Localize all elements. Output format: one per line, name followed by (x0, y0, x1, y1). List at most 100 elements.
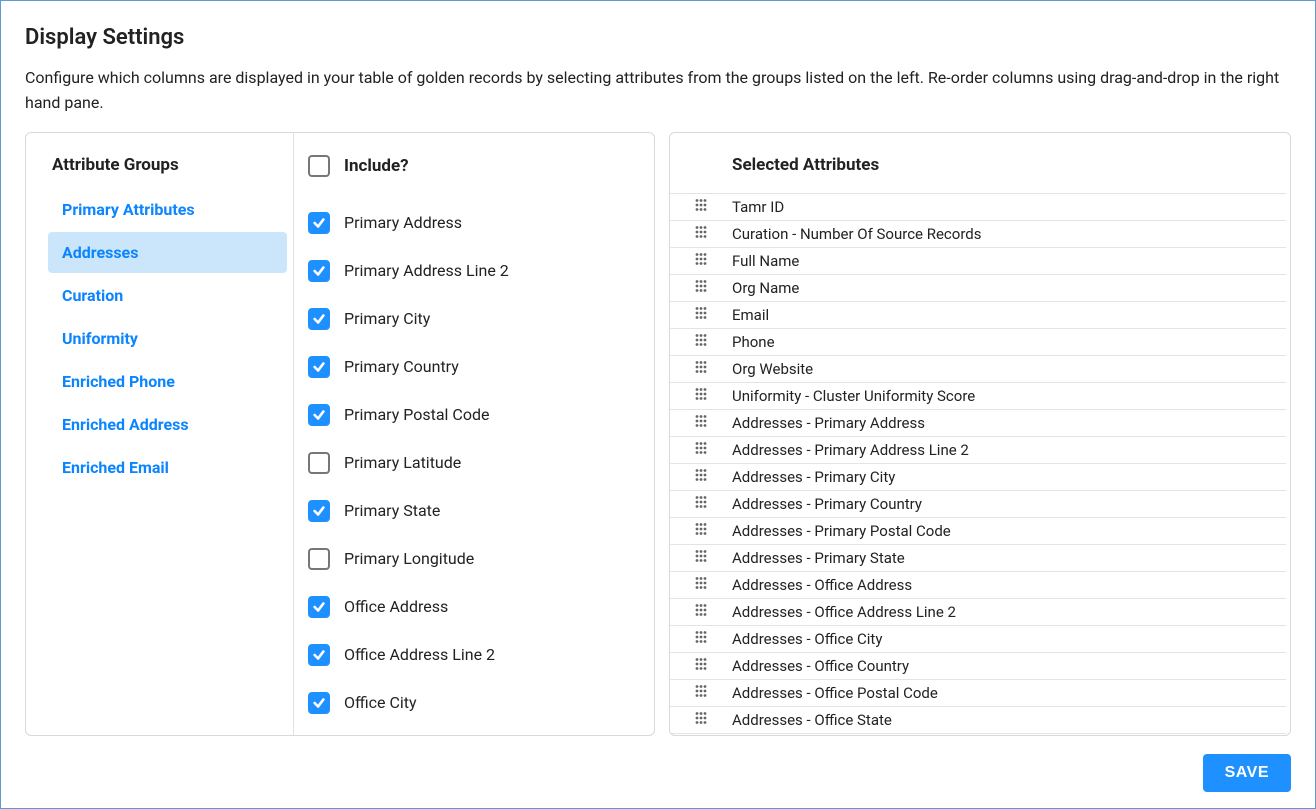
drag-handle-icon[interactable] (694, 684, 708, 702)
attribute-group-item[interactable]: Addresses (48, 232, 287, 273)
attribute-checkbox[interactable] (308, 452, 330, 474)
attribute-checkbox[interactable] (308, 500, 330, 522)
selected-attribute-row[interactable]: Email (670, 302, 1286, 329)
attribute-group-item[interactable]: Uniformity (48, 318, 287, 359)
drag-handle-column[interactable] (670, 522, 732, 540)
selected-attribute-row[interactable]: Curation - Number Of Source Records (670, 221, 1286, 248)
drag-handle-column[interactable] (670, 711, 732, 729)
drag-handle-icon[interactable] (694, 603, 708, 621)
selected-attribute-row[interactable]: Addresses - Primary Address Line 2 (670, 437, 1286, 464)
drag-handle-column[interactable] (670, 495, 732, 513)
include-all-checkbox[interactable] (308, 155, 330, 177)
selected-attribute-row[interactable]: Tamr ID (670, 194, 1286, 221)
drag-handle-icon[interactable] (694, 495, 708, 513)
drag-handle-column[interactable] (670, 576, 732, 594)
drag-handle-column[interactable] (670, 684, 732, 702)
attribute-group-item[interactable]: Curation (48, 275, 287, 316)
drag-handle-icon[interactable] (694, 252, 708, 270)
attribute-checkbox[interactable] (308, 212, 330, 234)
drag-handle-icon[interactable] (694, 225, 708, 243)
drag-handle-column[interactable] (670, 252, 732, 270)
drag-handle-column[interactable] (670, 603, 732, 621)
selected-attribute-row[interactable]: Org Name (670, 275, 1286, 302)
attribute-row: Office Address Line 2 (308, 631, 640, 679)
drag-handle-icon[interactable] (694, 333, 708, 351)
drag-handle-icon[interactable] (694, 549, 708, 567)
selected-attribute-label: Addresses - Primary Address Line 2 (732, 441, 1286, 459)
drag-handle-icon[interactable] (694, 711, 708, 729)
attribute-label: Primary Country (344, 357, 459, 376)
selected-attribute-row[interactable]: Addresses - Primary Address (670, 410, 1286, 437)
selected-attribute-label: Full Name (732, 252, 1286, 270)
attributes-column[interactable]: Include? Primary AddressPrimary Address … (294, 133, 654, 735)
selected-attribute-row[interactable]: Addresses - Office Postal Code (670, 680, 1286, 707)
drag-handle-column[interactable] (670, 549, 732, 567)
attribute-group-item[interactable]: Enriched Phone (48, 361, 287, 402)
selected-attribute-label: Addresses - Office Postal Code (732, 684, 1286, 702)
drag-handle-column[interactable] (670, 225, 732, 243)
selected-attribute-row[interactable]: Addresses - Office Address (670, 572, 1286, 599)
attribute-checkbox[interactable] (308, 596, 330, 618)
drag-handle-column[interactable] (670, 279, 732, 297)
drag-handle-icon[interactable] (694, 279, 708, 297)
drag-handle-icon[interactable] (694, 522, 708, 540)
attribute-config-panel: Attribute Groups Primary AttributesAddre… (25, 132, 655, 736)
attribute-group-item[interactable]: Primary Attributes (48, 189, 287, 230)
drag-handle-icon[interactable] (694, 630, 708, 648)
drag-handle-column[interactable] (670, 306, 732, 324)
attribute-checkbox[interactable] (308, 548, 330, 570)
drag-handle-icon[interactable] (694, 306, 708, 324)
drag-handle-icon[interactable] (694, 198, 708, 216)
drag-handle-icon[interactable] (694, 657, 708, 675)
selected-attribute-row[interactable]: Addresses - Primary City (670, 464, 1286, 491)
drag-handle-column[interactable] (670, 414, 732, 432)
page-description: Configure which columns are displayed in… (25, 66, 1291, 116)
dialog-footer: SAVE (25, 736, 1291, 792)
selected-attribute-row[interactable]: Uniformity - Cluster Uniformity Score (670, 383, 1286, 410)
selected-attribute-row[interactable]: Phone (670, 329, 1286, 356)
attribute-checkbox[interactable] (308, 308, 330, 330)
selected-attributes-scroll[interactable]: Tamr ID Curation - Number Of Source Recor… (670, 193, 1290, 735)
attribute-group-item[interactable]: Enriched Address (48, 404, 287, 445)
drag-handle-icon[interactable] (694, 414, 708, 432)
drag-handle-column[interactable] (670, 387, 732, 405)
drag-handle-column[interactable] (670, 657, 732, 675)
attribute-checkbox[interactable] (308, 644, 330, 666)
selected-attribute-label: Tamr ID (732, 198, 1286, 216)
drag-handle-column[interactable] (670, 360, 732, 378)
drag-handle-column[interactable] (670, 198, 732, 216)
drag-handle-icon[interactable] (694, 576, 708, 594)
drag-handle-icon[interactable] (694, 441, 708, 459)
attribute-checkbox[interactable] (308, 692, 330, 714)
drag-handle-column[interactable] (670, 630, 732, 648)
attribute-label: Primary Address Line 2 (344, 261, 509, 280)
selected-attribute-row[interactable]: Addresses - Office Country (670, 653, 1286, 680)
attribute-row: Primary Longitude (308, 535, 640, 583)
selected-attribute-row[interactable]: Full Name (670, 248, 1286, 275)
selected-attribute-label: Addresses - Office City (732, 630, 1286, 648)
drag-handle-icon[interactable] (694, 468, 708, 486)
selected-attribute-row[interactable]: Addresses - Office City (670, 626, 1286, 653)
drag-handle-icon[interactable] (694, 360, 708, 378)
attribute-checkbox[interactable] (308, 356, 330, 378)
drag-handle-column[interactable] (670, 468, 732, 486)
selected-attribute-label: Addresses - Primary City (732, 468, 1286, 486)
save-button[interactable]: SAVE (1203, 754, 1291, 792)
attribute-checkbox[interactable] (308, 404, 330, 426)
selected-attribute-row[interactable]: Addresses - Office Address Line 2 (670, 599, 1286, 626)
drag-handle-column[interactable] (670, 441, 732, 459)
attribute-group-item[interactable]: Enriched Email (48, 447, 287, 488)
selected-attribute-label: Org Website (732, 360, 1286, 378)
selected-attribute-row[interactable]: Addresses - Office State (670, 707, 1286, 734)
selected-attribute-row[interactable]: Addresses - Primary Country (670, 491, 1286, 518)
selected-attribute-label: Addresses - Office Address (732, 576, 1286, 594)
attribute-label: Primary Postal Code (344, 405, 489, 424)
drag-handle-icon[interactable] (694, 387, 708, 405)
selected-attribute-row[interactable]: Addresses - Primary Postal Code (670, 518, 1286, 545)
drag-handle-column[interactable] (670, 333, 732, 351)
panels-container: Attribute Groups Primary AttributesAddre… (25, 132, 1291, 736)
attribute-label: Office Address (344, 597, 448, 616)
selected-attribute-row[interactable]: Org Website (670, 356, 1286, 383)
selected-attribute-row[interactable]: Addresses - Primary State (670, 545, 1286, 572)
attribute-checkbox[interactable] (308, 260, 330, 282)
